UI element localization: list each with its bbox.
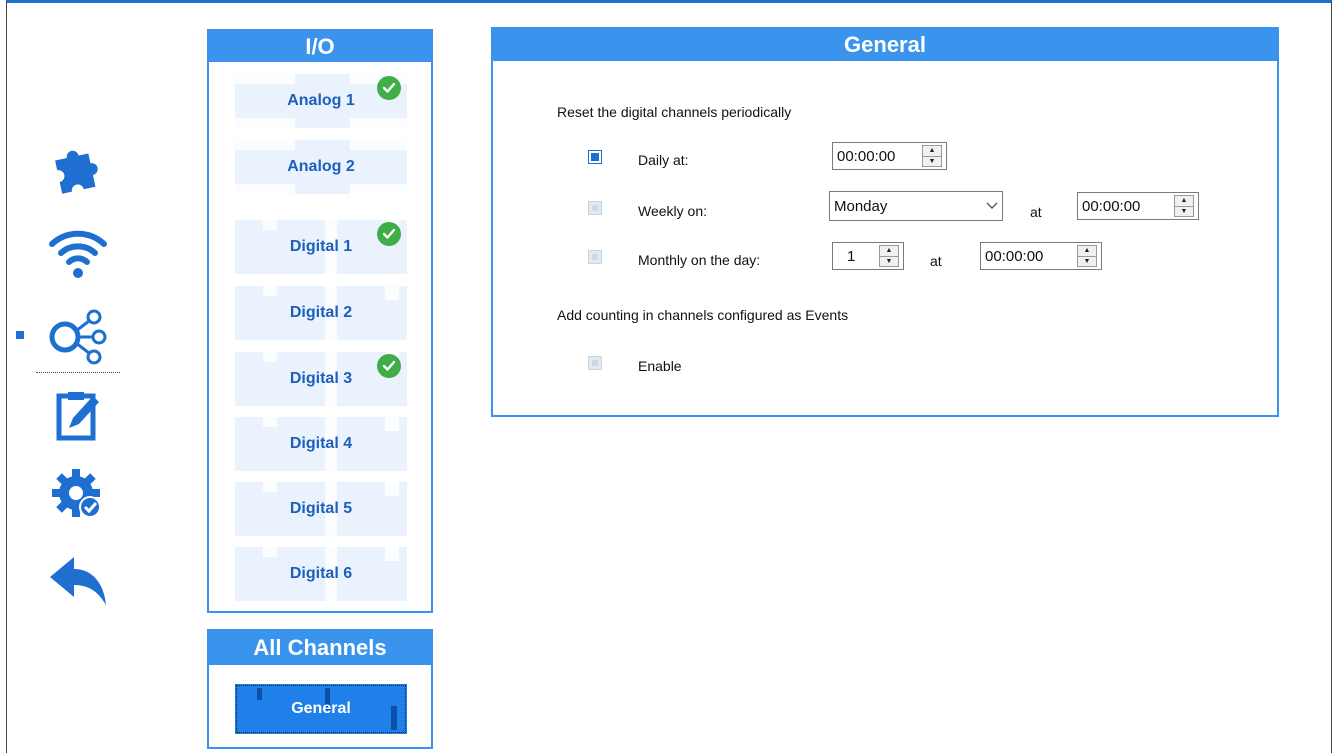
monthly-at-label: at bbox=[930, 253, 942, 269]
daily-time-spinbox[interactable]: 00:00:00 ▲ ▼ bbox=[832, 142, 947, 170]
monthly-day-value: 1 bbox=[847, 247, 856, 265]
general-panel: General Reset the digital channels perio… bbox=[491, 27, 1279, 417]
io-channel-button[interactable]: Digital 2 bbox=[235, 286, 407, 340]
io-channel-button[interactable]: Digital 6 bbox=[235, 547, 407, 601]
io-channel-label: Analog 1 bbox=[287, 92, 355, 109]
io-panel-title: I/O bbox=[209, 31, 431, 62]
check-icon bbox=[377, 76, 401, 100]
enable-label: Enable bbox=[638, 358, 682, 374]
spin-up-icon[interactable]: ▲ bbox=[880, 246, 898, 256]
button-decoration bbox=[263, 482, 277, 492]
weekly-time-spinbox[interactable]: 00:00:00 ▲ ▼ bbox=[1077, 192, 1199, 220]
button-decoration bbox=[350, 118, 407, 128]
button-decoration bbox=[263, 220, 277, 230]
selection-indicator bbox=[16, 331, 24, 339]
button-decoration bbox=[235, 184, 295, 194]
spin-up-icon[interactable]: ▲ bbox=[923, 146, 941, 156]
io-channel-label: Digital 6 bbox=[289, 565, 353, 582]
edit-clipboard-icon[interactable] bbox=[40, 386, 116, 446]
io-channel-button[interactable]: Analog 2 bbox=[235, 140, 407, 194]
monthly-label: Monthly on the day: bbox=[638, 252, 761, 268]
io-channel-label: Digital 1 bbox=[289, 238, 353, 255]
focus-underline bbox=[36, 372, 120, 373]
io-channel-label: Analog 2 bbox=[287, 158, 355, 175]
button-decoration bbox=[235, 118, 295, 128]
daily-time-value: 00:00:00 bbox=[837, 147, 896, 165]
button-decoration bbox=[385, 417, 399, 431]
general-panel-title: General bbox=[493, 29, 1277, 61]
weekday-value: Monday bbox=[834, 197, 888, 215]
daily-label: Daily at: bbox=[638, 152, 689, 168]
io-channel-label: Digital 5 bbox=[289, 500, 353, 517]
counting-heading: Add counting in channels configured as E… bbox=[557, 307, 849, 323]
button-decoration bbox=[263, 417, 277, 427]
button-decoration bbox=[235, 140, 295, 150]
weekly-checkbox[interactable] bbox=[588, 201, 602, 215]
general-channel-label: General bbox=[291, 700, 351, 717]
io-panel: I/O Analog 1 Analog 2 Digital 1 Digital 2 Di… bbox=[207, 29, 433, 613]
io-channel-label: Digital 4 bbox=[289, 435, 353, 452]
network-icon[interactable] bbox=[40, 300, 116, 370]
button-decoration bbox=[350, 140, 407, 150]
spin-down-icon[interactable]: ▼ bbox=[880, 255, 898, 267]
button-decoration bbox=[385, 286, 399, 300]
monthly-day-stepper[interactable]: ▲ ▼ bbox=[879, 245, 899, 267]
monthly-time-value: 00:00:00 bbox=[985, 247, 1044, 265]
spin-up-icon[interactable]: ▲ bbox=[1175, 196, 1193, 206]
spin-down-icon[interactable]: ▼ bbox=[1175, 205, 1193, 217]
reset-heading: Reset the digital channels periodically bbox=[557, 104, 792, 120]
chevron-down-icon[interactable] bbox=[982, 197, 1002, 215]
button-decoration bbox=[263, 352, 277, 362]
io-channel-button[interactable]: Digital 5 bbox=[235, 482, 407, 536]
monthly-day-spinbox[interactable]: 1 ▲ ▼ bbox=[832, 242, 904, 270]
spin-up-icon[interactable]: ▲ bbox=[1078, 246, 1096, 256]
puzzle-icon[interactable] bbox=[40, 140, 116, 196]
weekly-time-value: 00:00:00 bbox=[1082, 197, 1141, 215]
button-decoration bbox=[257, 688, 262, 700]
settings-check-icon[interactable] bbox=[40, 460, 116, 530]
back-arrow-icon[interactable] bbox=[40, 550, 116, 610]
button-decoration bbox=[263, 547, 277, 557]
button-decoration bbox=[263, 286, 277, 296]
weekly-time-stepper[interactable]: ▲ ▼ bbox=[1174, 195, 1194, 217]
wifi-icon[interactable] bbox=[40, 218, 116, 284]
enable-checkbox[interactable] bbox=[588, 356, 602, 370]
io-channel-button[interactable]: Digital 4 bbox=[235, 417, 407, 471]
button-decoration bbox=[385, 547, 399, 561]
daily-checkbox[interactable] bbox=[588, 150, 602, 164]
spin-down-icon[interactable]: ▼ bbox=[1078, 255, 1096, 267]
spin-down-icon[interactable]: ▼ bbox=[923, 155, 941, 167]
monthly-time-stepper[interactable]: ▲ ▼ bbox=[1077, 245, 1097, 267]
weekly-label: Weekly on: bbox=[638, 203, 707, 219]
all-channels-panel: All Channels General bbox=[207, 629, 433, 749]
monthly-checkbox[interactable] bbox=[588, 250, 602, 264]
weekly-at-label: at bbox=[1030, 204, 1042, 220]
button-decoration bbox=[235, 74, 295, 84]
all-channels-title: All Channels bbox=[209, 631, 431, 665]
button-decoration bbox=[391, 706, 397, 730]
general-channel-button[interactable]: General bbox=[235, 684, 407, 734]
monthly-time-spinbox[interactable]: 00:00:00 ▲ ▼ bbox=[980, 242, 1102, 270]
io-channel-label: Digital 3 bbox=[289, 370, 353, 387]
io-channel-label: Digital 2 bbox=[289, 304, 353, 321]
button-decoration bbox=[350, 184, 407, 194]
check-icon bbox=[377, 354, 401, 378]
daily-time-stepper[interactable]: ▲ ▼ bbox=[922, 145, 942, 167]
button-decoration bbox=[385, 482, 399, 496]
check-icon bbox=[377, 222, 401, 246]
weekday-select[interactable]: Monday bbox=[829, 191, 1003, 221]
